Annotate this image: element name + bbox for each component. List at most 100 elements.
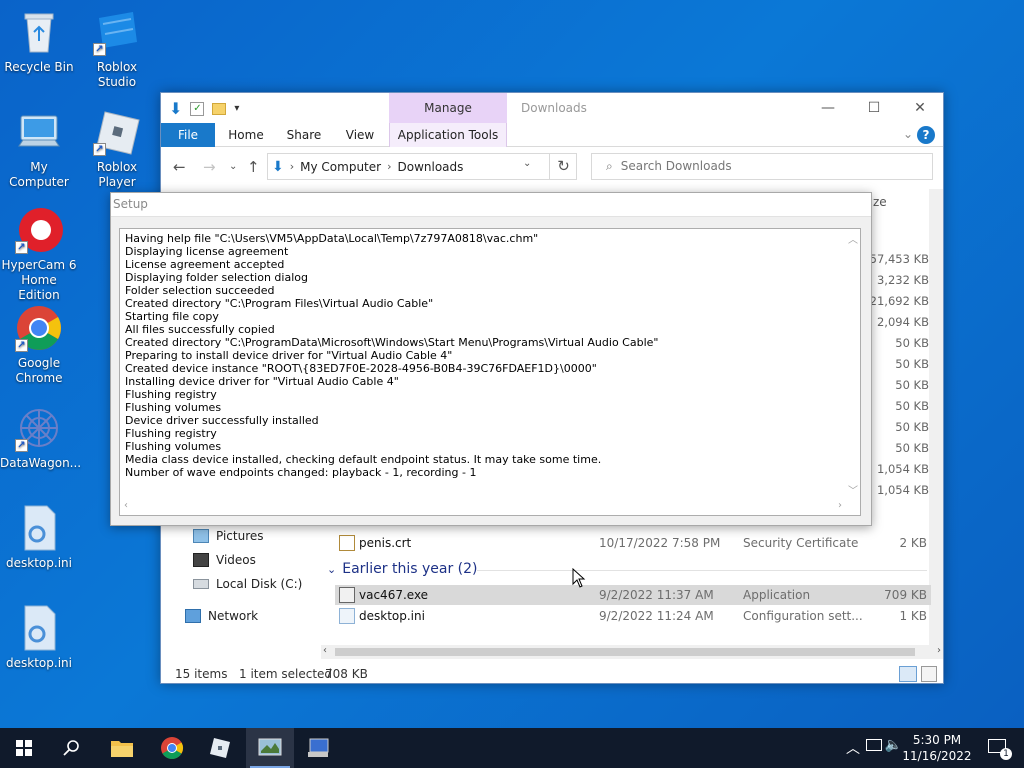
log-line: Flushing volumes [125, 440, 222, 453]
properties-icon[interactable]: ✓ [190, 101, 205, 116]
chevron-up-icon[interactable]: ︿ [846, 738, 860, 758]
nav-item-local-disk[interactable]: Local Disk (C:) [193, 577, 302, 591]
desktop-icon-label: Recycle Bin [4, 60, 74, 74]
log-line: Created directory "C:\ProgramData\Micros… [125, 336, 659, 349]
volume-icon[interactable]: 🔈 [885, 737, 902, 753]
log-line: Having help file "C:\Users\VM5\AppData\L… [125, 232, 539, 245]
desktop-icon-google-chrome[interactable]: ↗ Google Chrome [0, 304, 78, 386]
shortcut-arrow-icon: ↗ [93, 143, 106, 156]
scroll-down-icon[interactable]: ﹀ [848, 482, 858, 497]
maximize-button[interactable]: ☐ [851, 97, 897, 119]
ribbon-tabs: File Home Share View Application Tools ⌄… [161, 123, 943, 147]
search-input[interactable]: ⌕ Search Downloads [591, 153, 933, 180]
search-icon [63, 740, 79, 756]
window-titlebar[interactable]: ⬇ ✓ ▾ Manage Downloads — ☐ ✕ [161, 93, 943, 123]
desktop-icon-datawagon[interactable]: ↗ DataWagon... [0, 404, 81, 471]
refresh-button[interactable]: ↻ [549, 153, 577, 180]
log-vertical-scrollbar[interactable]: ︿ ﹀ [844, 229, 860, 499]
file-size: 709 KB [884, 588, 927, 602]
desktop-icon-my-computer[interactable]: My Computer [0, 108, 78, 190]
qat-dropdown-icon[interactable]: ▾ [234, 103, 239, 114]
roblox-studio-icon: ↗ [93, 8, 141, 56]
taskbar-file-explorer[interactable] [98, 728, 146, 768]
desktop-icon-label: My Computer [9, 160, 69, 189]
up-arrow-icon[interactable]: ↑ [247, 158, 260, 176]
scroll-up-icon[interactable]: ︿ [848, 231, 858, 246]
taskbar-setup[interactable] [246, 728, 294, 768]
nav-item-videos[interactable]: Videos [193, 553, 256, 567]
log-line: Flushing volumes [125, 401, 222, 414]
taskbar-chrome[interactable] [148, 728, 196, 768]
scroll-left-icon[interactable]: ‹ [124, 500, 128, 511]
scroll-right-icon[interactable]: › [838, 500, 842, 511]
nav-item-label: Network [208, 609, 259, 623]
breadcrumb-separator-icon: › [387, 160, 392, 173]
help-icon[interactable]: ? [917, 126, 935, 144]
desktop-icon-desktop-ini-2[interactable]: desktop.ini [0, 604, 78, 671]
config-file-icon [15, 604, 63, 652]
clock-time: 5:30 PM [912, 733, 962, 747]
vertical-scrollbar[interactable] [929, 189, 943, 649]
search-button[interactable] [48, 728, 96, 768]
taskbar-roblox[interactable] [196, 728, 244, 768]
column-header-size[interactable]: ze [873, 195, 887, 209]
file-row-selected[interactable]: vac467.exe 9/2/2022 11:37 AM Application… [335, 585, 931, 605]
nav-item-pictures[interactable]: Pictures [193, 529, 264, 543]
close-button[interactable]: ✕ [897, 97, 943, 119]
breadcrumb-downloads[interactable]: Downloads [397, 160, 463, 174]
horizontal-scrollbar[interactable]: ‹ › [321, 645, 943, 659]
tab-view[interactable]: View [337, 123, 383, 147]
forward-arrow-icon[interactable]: → [203, 158, 216, 176]
start-button[interactable] [0, 728, 48, 768]
file-date: 10/17/2022 7:58 PM [599, 536, 721, 550]
nav-item-network[interactable]: Network [185, 609, 258, 623]
tab-share[interactable]: Share [279, 123, 329, 147]
scroll-left-icon[interactable]: ‹ [323, 645, 327, 656]
setup-dialog[interactable]: Setup Having help file "C:\Users\VM5\App… [110, 192, 872, 526]
status-item-count: 15 items [175, 667, 228, 681]
log-line: License agreement accepted [125, 258, 285, 271]
chevron-down-icon[interactable]: ⌄ [903, 127, 913, 141]
new-folder-icon[interactable] [212, 102, 227, 115]
desktop-icon-desktop-ini-1[interactable]: desktop.ini [0, 504, 78, 571]
minimize-button[interactable]: — [805, 97, 851, 119]
setup-titlebar[interactable]: Setup [111, 193, 871, 217]
shortcut-arrow-icon: ↗ [15, 241, 28, 254]
desktop-icon-recycle-bin[interactable]: Recycle Bin [0, 8, 78, 75]
hypercam-icon: ↗ [15, 206, 63, 254]
file-row[interactable]: penis.crt 10/17/2022 7:58 PM Security Ce… [335, 533, 931, 553]
roblox-player-icon: ↗ [93, 108, 141, 156]
log-line: Flushing registry [125, 427, 217, 440]
desktop-icon-roblox-player[interactable]: ↗ Roblox Player [78, 108, 156, 190]
log-line: Media class device installed, checking d… [125, 453, 602, 466]
group-divider [477, 570, 927, 571]
desktop-icon-hypercam[interactable]: ↗ HyperCam 6 Home Edition [0, 206, 78, 303]
down-arrow-icon[interactable]: ⬇ [169, 99, 182, 118]
group-header[interactable]: ⌄ Earlier this year (2) [327, 561, 478, 577]
manage-tab[interactable]: Manage [389, 93, 507, 123]
network-icon[interactable] [866, 739, 882, 751]
scrollbar-thumb[interactable] [335, 648, 915, 656]
address-dropdown-icon[interactable]: ⌄ [523, 158, 531, 169]
shortcut-arrow-icon: ↗ [93, 43, 106, 56]
taskbar-installer[interactable] [294, 728, 342, 768]
tab-application-tools[interactable]: Application Tools [389, 123, 507, 147]
breadcrumb-my-computer[interactable]: My Computer [300, 160, 381, 174]
tab-file[interactable]: File [161, 123, 215, 147]
nav-item-label: Local Disk (C:) [216, 577, 303, 591]
desktop-icon-roblox-studio[interactable]: ↗ Roblox Studio [78, 8, 156, 90]
recent-dropdown-icon[interactable]: ⌄ [229, 161, 237, 172]
details-view-icon[interactable] [899, 666, 917, 682]
shortcut-arrow-icon: ↗ [15, 339, 28, 352]
log-horizontal-scrollbar[interactable]: ‹ › [120, 499, 846, 515]
log-line: Displaying folder selection dialog [125, 271, 308, 284]
chrome-icon: ↗ [15, 304, 63, 352]
large-icons-view-icon[interactable] [921, 666, 937, 682]
file-row[interactable]: desktop.ini 9/2/2022 11:24 AM Configurat… [335, 606, 931, 626]
clock[interactable]: 5:30 PM 11/16/2022 [902, 732, 972, 764]
setup-log[interactable]: Having help file "C:\Users\VM5\AppData\L… [119, 228, 861, 516]
scroll-right-icon[interactable]: › [937, 645, 941, 656]
tab-home[interactable]: Home [221, 123, 271, 147]
back-arrow-icon[interactable]: ← [173, 158, 186, 176]
nav-item-label: Videos [216, 553, 256, 567]
